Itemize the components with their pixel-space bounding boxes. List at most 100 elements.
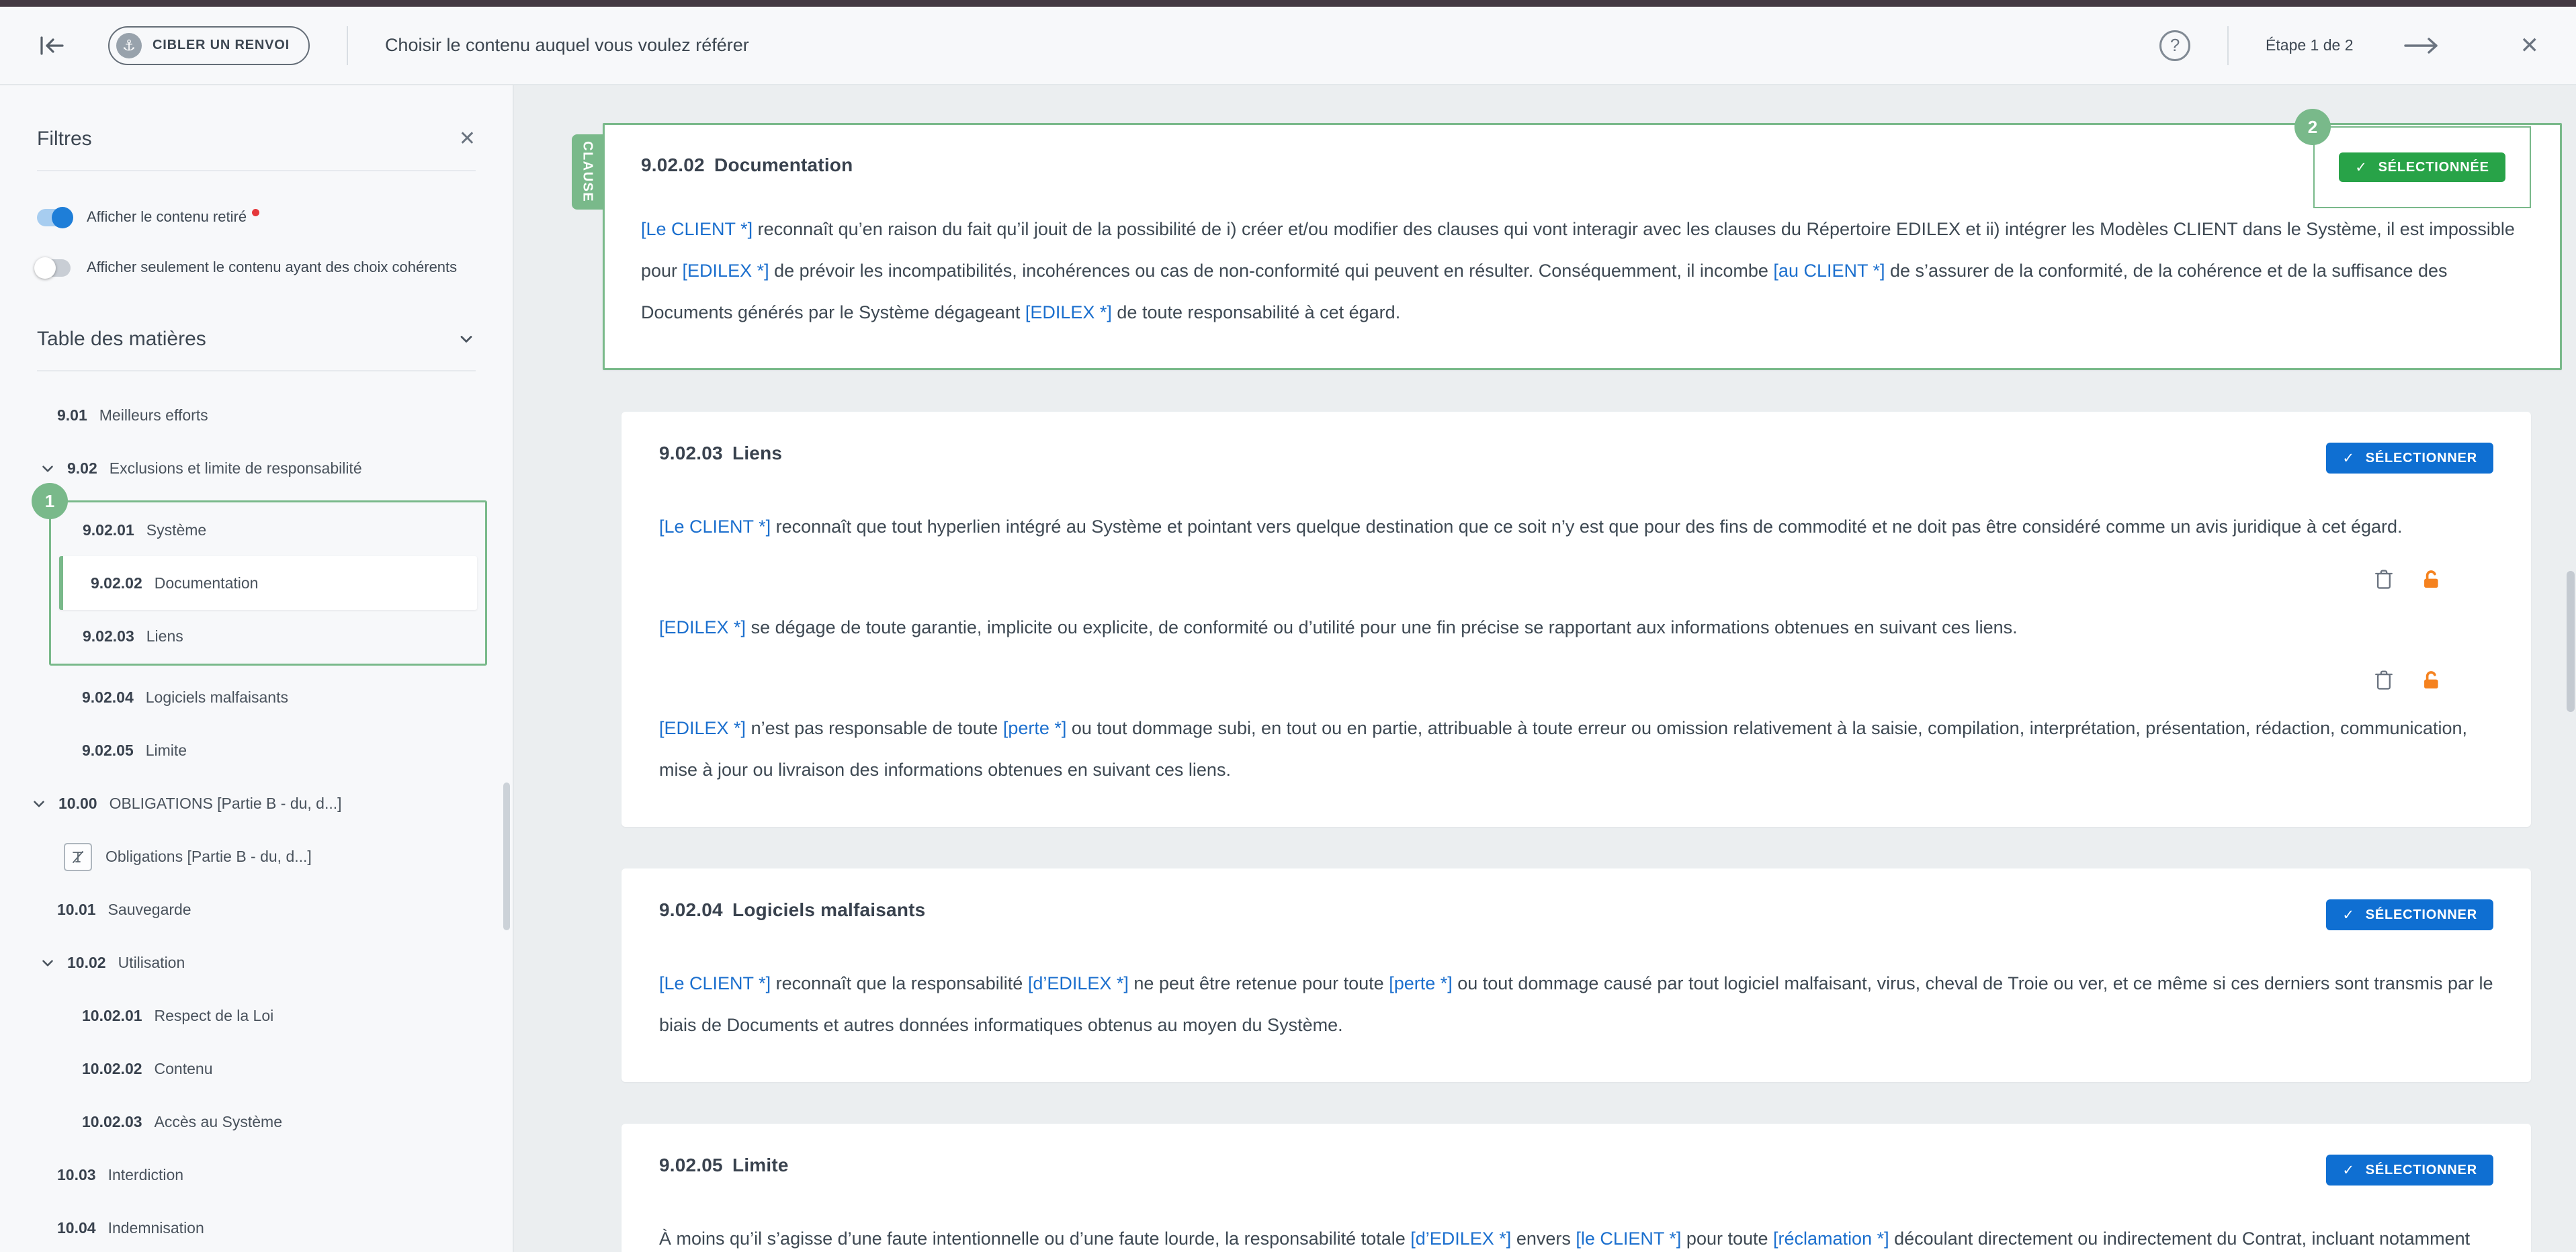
- toc-selection-group: 19.02.01Système9.02.02Documentation9.02.…: [49, 500, 487, 666]
- token-link[interactable]: [Le CLIENT *]: [659, 517, 771, 537]
- token-link[interactable]: [EDILEX *]: [1025, 302, 1112, 322]
- toc-heading: Table des matières: [37, 328, 206, 351]
- main-scrollbar-thumb[interactable]: [2567, 571, 2575, 712]
- chevron-down-icon[interactable]: [457, 330, 476, 349]
- token-link[interactable]: [EDILEX *]: [683, 261, 769, 281]
- selection-overlay: 2✓SÉLECTIONNÉE: [2313, 126, 2531, 208]
- toc-item-number: 9.02: [67, 459, 97, 478]
- clause-card-9.02.03: 9.02.03 Liens✓SÉLECTIONNER[Le CLIENT *] …: [621, 412, 2531, 827]
- toc-item-number: 10.02.02: [82, 1060, 142, 1078]
- toc-item-10.02.01[interactable]: 10.02.01 Respect de la Loi: [0, 989, 513, 1042]
- clause-paragraph: [Le CLIENT *] reconnaît qu’en raison du …: [641, 208, 2524, 333]
- select-button[interactable]: ✓SÉLECTIONNER: [2326, 1155, 2493, 1186]
- toc-item-10.04[interactable]: 10.04Indemnisation: [0, 1202, 513, 1252]
- chevron-down-icon[interactable]: [39, 954, 56, 972]
- mode-badge: ⚓ CIBLER UN RENVOI: [108, 26, 310, 65]
- toc-item-number: 9.02.02: [91, 574, 142, 592]
- toc-item-9.02.01[interactable]: 9.02.01Système: [51, 504, 485, 556]
- cibler-renvoi-dialog: ⚓ CIBLER UN RENVOI Choisir le contenu au…: [0, 0, 2576, 1252]
- toc-item-obligations[interactable]: Obligations [Partie B - du, d...]: [0, 830, 513, 883]
- token-link[interactable]: [EDILEX *]: [659, 617, 746, 637]
- token-link[interactable]: [Le CLIENT *]: [641, 219, 753, 239]
- filter-toggle-row[interactable]: Afficher le contenu retiré: [37, 206, 476, 227]
- clause-card-9.02.02: CLAUSE2✓SÉLECTIONNÉE9.02.02 Documentatio…: [603, 123, 2562, 370]
- toc-item-10.02[interactable]: 10.02Utilisation: [0, 936, 513, 989]
- filters-heading: Filtres: [37, 128, 92, 150]
- button-label: SÉLECTIONNÉE: [2378, 160, 2489, 175]
- token-link[interactable]: [d’EDILEX *]: [1410, 1228, 1511, 1249]
- header-divider: [2227, 26, 2229, 65]
- window-top-strip: [0, 0, 2576, 7]
- step-indicator: Étape 1 de 2: [2266, 36, 2353, 54]
- clause-variant-icon: [64, 843, 92, 871]
- chevron-down-icon[interactable]: [30, 795, 48, 813]
- close-icon[interactable]: ✕: [2520, 34, 2540, 57]
- toggle-label: Afficher seulement le contenu ayant des …: [87, 257, 457, 277]
- toc-item-label: Sauvegarde: [108, 901, 191, 919]
- token-link[interactable]: [EDILEX *]: [659, 718, 746, 738]
- selection-step-badge: 1: [32, 483, 68, 519]
- filters-close-icon[interactable]: ✕: [459, 129, 476, 149]
- next-step-icon[interactable]: [2402, 34, 2441, 57]
- help-icon[interactable]: ?: [2159, 30, 2190, 61]
- toc-item-label: Logiciels malfaisants: [146, 688, 288, 707]
- toc-item-9.02[interactable]: 9.02 Exclusions et limite de responsabili…: [0, 442, 513, 495]
- select-button[interactable]: ✓SÉLECTIONNER: [2326, 443, 2493, 474]
- sidebar-scrollbar-thumb[interactable]: [503, 782, 510, 930]
- filter-toggle-row[interactable]: Afficher seulement le contenu ayant des …: [37, 257, 476, 277]
- unlock-icon[interactable]: [2419, 669, 2442, 692]
- token-link[interactable]: [réclamation *]: [1773, 1228, 1889, 1249]
- toc-item-9.02.04[interactable]: 9.02.04Logiciels malfaisants: [0, 671, 513, 724]
- toggle-knob: [34, 257, 56, 279]
- toc-item-label: Exclusions et limite de responsabilité: [110, 459, 362, 478]
- collapse-back-icon[interactable]: [37, 34, 67, 57]
- delete-icon[interactable]: [2372, 568, 2395, 592]
- toc-item-10.03[interactable]: 10.03Interdiction: [0, 1149, 513, 1202]
- token-link[interactable]: [perte *]: [1389, 973, 1453, 993]
- toc-item-10.00[interactable]: 10.00OBLIGATIONS [Partie B - du, d...]: [0, 777, 513, 830]
- token-link[interactable]: [perte *]: [1003, 718, 1067, 738]
- toc-item-number: 10.02.01: [82, 1007, 142, 1025]
- paragraph-actions: [659, 668, 2493, 692]
- toc-item-number: 9.01: [57, 406, 87, 424]
- toc-item-9.02.02[interactable]: 9.02.02Documentation: [59, 556, 477, 610]
- toggle-knob: [52, 207, 73, 228]
- toc-item-10.02.03[interactable]: 10.02.03Accès au Système: [0, 1096, 513, 1149]
- token-link[interactable]: [le CLIENT *]: [1576, 1228, 1681, 1249]
- clause-paragraph: [Le CLIENT *] reconnaît que la responsab…: [659, 963, 2493, 1046]
- clause-tab: CLAUSE: [572, 134, 603, 210]
- toc-item-number: 10.02.03: [82, 1113, 142, 1131]
- toc-item-number: 10.02: [67, 954, 106, 972]
- toggle-switch[interactable]: [37, 209, 71, 226]
- unlock-icon[interactable]: [2419, 568, 2442, 591]
- clause-title-row: 9.02.04 Logiciels malfaisants✓SÉLECTIONN…: [659, 899, 2493, 930]
- clause-list: CLAUSE 2✓SÉLECTIONNÉE9.02.02 Documentatio…: [515, 85, 2576, 1252]
- toc-item-9.02.03[interactable]: 9.02.03Liens: [51, 610, 485, 662]
- select-button[interactable]: ✓SÉLECTIONNER: [2326, 899, 2493, 930]
- selected-button[interactable]: ✓SÉLECTIONNÉE: [2339, 152, 2505, 182]
- clause-title-row: 9.02.02 Documentation: [641, 154, 2524, 176]
- check-icon: ✓: [2342, 1162, 2354, 1179]
- anchor-icon: ⚓: [116, 33, 142, 58]
- token-link[interactable]: [d’EDILEX *]: [1028, 973, 1129, 993]
- clause-title: 9.02.05 Limite: [659, 1155, 789, 1176]
- toc-item-label: Limite: [146, 742, 187, 760]
- delete-icon[interactable]: [2372, 668, 2395, 692]
- toc-item-10.01[interactable]: 10.01Sauvegarde: [0, 883, 513, 936]
- toc-item-label: Respect de la Loi: [155, 1007, 274, 1025]
- toc-item-10.02.02[interactable]: 10.02.02Contenu: [0, 1042, 513, 1096]
- toc-item-9.01[interactable]: 9.01Meilleurs efforts: [0, 389, 513, 442]
- clause-title: 9.02.03 Liens: [659, 443, 782, 464]
- toc-item-number: 9.02.03: [83, 627, 134, 645]
- token-link[interactable]: [au CLIENT *]: [1773, 261, 1885, 281]
- toc-item-label: Système: [146, 521, 206, 539]
- toc-item-label: Obligations [Partie B - du, d...]: [105, 848, 312, 866]
- toc-item-label: Indemnisation: [108, 1219, 204, 1237]
- toc-item-9.02.05[interactable]: 9.02.05Limite: [0, 724, 513, 777]
- toggle-switch[interactable]: [37, 259, 71, 277]
- token-link[interactable]: [Le CLIENT *]: [659, 973, 771, 993]
- header-left: ⚓ CIBLER UN RENVOI Choisir le contenu au…: [37, 26, 2159, 65]
- sidebar: Filtres ✕ Afficher le contenu retiré Affi…: [0, 85, 514, 1252]
- clause-paragraph: [EDILEX *] n’est pas responsable de tout…: [659, 707, 2493, 791]
- chevron-down-icon[interactable]: [39, 460, 56, 478]
